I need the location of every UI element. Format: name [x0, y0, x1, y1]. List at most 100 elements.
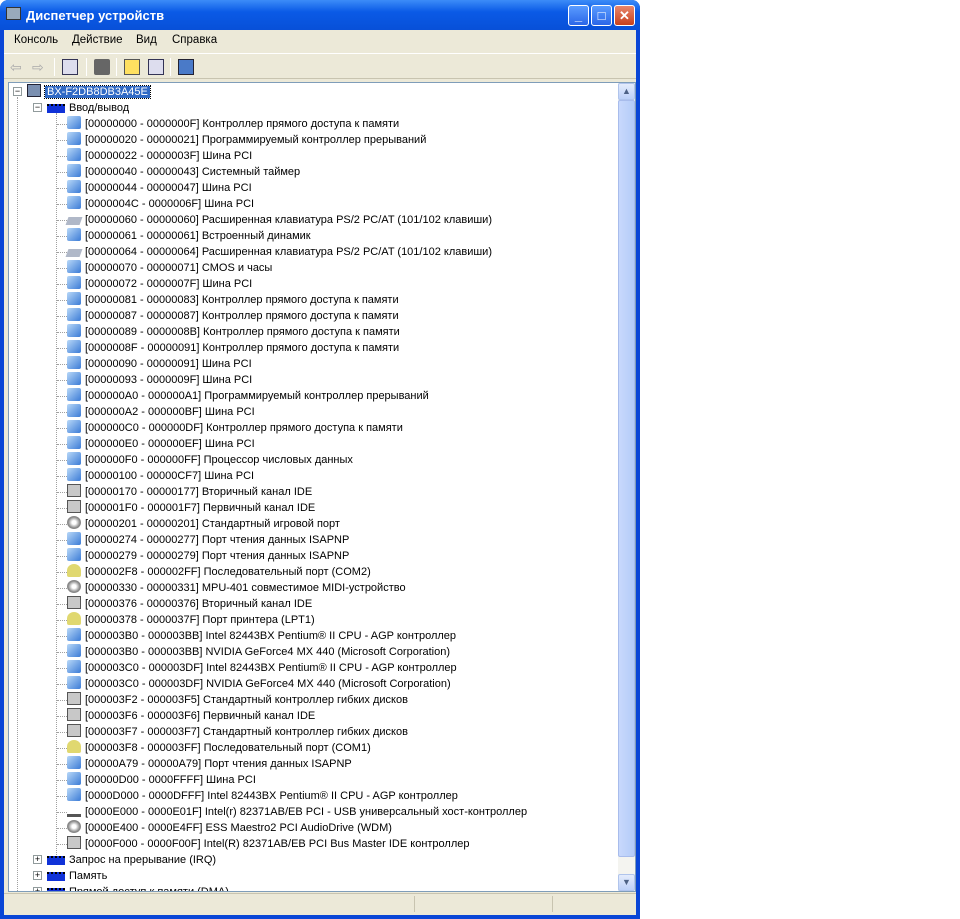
device-item[interactable]: [0000E400 - 0000E4FF] ESS Maestro2 PCI A… [67, 820, 392, 836]
device-item[interactable]: [000000A0 - 000000A1] Программируемый ко… [67, 388, 429, 404]
device-item[interactable]: [00000022 - 0000003F] Шина PCI [67, 148, 252, 164]
properties-pane-icon[interactable] [148, 59, 164, 75]
device-item[interactable]: [000003C0 - 000003DF] Intel 82443BX Pent… [67, 660, 457, 676]
tree-line [57, 300, 67, 301]
device-item[interactable]: [000003F2 - 000003F5] Стандартный контро… [67, 692, 408, 708]
device-tree[interactable]: − BX-F2DB8DB3A45E − Ввод/вывод [00000000… [8, 82, 636, 892]
status-pane [414, 896, 415, 912]
device-label: [00000081 - 00000083] Контроллер прямого… [85, 294, 399, 306]
device-item[interactable]: [000000A2 - 000000BF] Шина PCI [67, 404, 255, 420]
device-item[interactable]: [000002F8 - 000002FF] Последовательный п… [67, 564, 371, 580]
tree-group-io[interactable]: Ввод/вывод [47, 100, 129, 116]
device-item[interactable]: [000003B0 - 000003BB] NVIDIA GeForce4 MX… [67, 644, 450, 660]
vertical-scrollbar[interactable]: ▲ ▼ [618, 83, 635, 891]
scroll-up-button[interactable]: ▲ [618, 83, 635, 100]
device-item[interactable]: [000000E0 - 000000EF] Шина PCI [67, 436, 255, 452]
device-item[interactable]: [000003F6 - 000003F6] Первичный канал ID… [67, 708, 315, 724]
device-item[interactable]: [00000093 - 0000009F] Шина PCI [67, 372, 252, 388]
device-item[interactable]: [0000E000 - 0000E01F] Intel(r) 82371AB/E… [67, 804, 527, 820]
device-item[interactable]: [00000087 - 00000087] Контроллер прямого… [67, 308, 399, 324]
device-item[interactable]: [00000279 - 00000279] Порт чтения данных… [67, 548, 349, 564]
tree-root[interactable]: BX-F2DB8DB3A45E [27, 84, 151, 100]
device-item[interactable]: [00000201 - 00000201] Стандартный игрово… [67, 516, 340, 532]
scroll-down-button[interactable]: ▼ [618, 874, 635, 891]
device-item[interactable]: [00000040 - 00000043] Системный таймер [67, 164, 300, 180]
maximize-button[interactable]: □ [591, 5, 612, 26]
dev-device-icon [67, 356, 81, 369]
device-item[interactable]: [00000064 - 00000064] Расширенная клавиа… [65, 244, 492, 260]
device-item[interactable]: [00000A79 - 00000A79] Порт чтения данных… [67, 756, 352, 772]
device-item[interactable]: [00000060 - 00000060] Расширенная клавиа… [65, 212, 492, 228]
show-hide-tree-icon[interactable] [62, 59, 78, 75]
device-item[interactable]: [000000F0 - 000000FF] Процессор числовых… [67, 452, 353, 468]
device-item[interactable]: [00000378 - 0000037F] Порт принтера (LPT… [67, 612, 315, 628]
menu-console[interactable]: Консоль [14, 34, 58, 46]
ide-device-icon [67, 596, 81, 609]
menu-action[interactable]: Действие [72, 34, 123, 46]
back-icon[interactable]: ⇦ [10, 59, 26, 75]
tree-group[interactable]: Прямой доступ к памяти (DMA) [47, 884, 229, 891]
device-item[interactable]: [00000330 - 00000331] MPU-401 совместимо… [67, 580, 406, 596]
device-item[interactable]: [00000090 - 00000091] Шина PCI [67, 356, 252, 372]
print-icon[interactable] [94, 59, 110, 75]
device-item[interactable]: [00000274 - 00000277] Порт чтения данных… [67, 532, 349, 548]
device-label: [000003F7 - 000003F7] Стандартный контро… [85, 726, 408, 738]
collapse-toggle[interactable]: − [33, 103, 42, 112]
device-item[interactable]: [0000D000 - 0000DFFF] Intel 82443BX Pent… [67, 788, 458, 804]
device-item[interactable]: [0000004C - 0000006F] Шина PCI [67, 196, 254, 212]
device-item[interactable]: [00000170 - 00000177] Вторичный канал ID… [67, 484, 312, 500]
device-item[interactable]: [00000100 - 00000CF7] Шина PCI [67, 468, 254, 484]
device-item[interactable]: [00000020 - 00000021] Программируемый ко… [67, 132, 426, 148]
expand-toggle[interactable]: + [33, 871, 42, 880]
tree-line [57, 412, 67, 413]
device-item[interactable]: [00000D00 - 0000FFFF] Шина PCI [67, 772, 256, 788]
device-label: [000003B0 - 000003BB] Intel 82443BX Pent… [85, 630, 457, 642]
tree-line [57, 620, 67, 621]
dev-device-icon [67, 180, 81, 193]
tree-group[interactable]: Память [47, 868, 107, 884]
menu-view[interactable]: Вид [136, 34, 157, 46]
device-item[interactable]: [000001F0 - 000001F7] Первичный канал ID… [67, 500, 315, 516]
menu-help[interactable]: Справка [172, 34, 217, 46]
minimize-button[interactable]: _ [568, 5, 589, 26]
device-item[interactable]: [000003C0 - 000003DF] NVIDIA GeForce4 MX… [67, 676, 451, 692]
device-item[interactable]: [00000072 - 0000007F] Шина PCI [67, 276, 252, 292]
device-item[interactable]: [000003F7 - 000003F7] Стандартный контро… [67, 724, 408, 740]
device-item[interactable]: [000000C0 - 000000DF] Контроллер прямого… [67, 420, 403, 436]
device-item[interactable]: [00000000 - 0000000F] Контроллер прямого… [67, 116, 399, 132]
device-item[interactable]: [00000376 - 00000376] Вторичный канал ID… [67, 596, 312, 612]
device-item[interactable]: [00000044 - 00000047] Шина PCI [67, 180, 252, 196]
forward-icon[interactable]: ⇨ [32, 59, 48, 75]
expand-toggle[interactable]: + [33, 887, 42, 891]
device-item[interactable]: [0000F000 - 0000F00F] Intel(R) 82371AB/E… [67, 836, 470, 852]
close-button[interactable]: ✕ [614, 5, 635, 26]
device-item[interactable]: [00000070 - 00000071] CMOS и часы [67, 260, 272, 276]
menu-bar: Консоль Действие Вид Справка [4, 30, 636, 52]
toolbar-separator [116, 58, 117, 76]
device-item[interactable]: [00000089 - 0000008B] Контроллер прямого… [67, 324, 400, 340]
scroll-thumb[interactable] [618, 100, 635, 857]
device-item[interactable]: [000003F8 - 000003FF] Последовательный п… [67, 740, 371, 756]
device-label: [0000008F - 00000091] Контроллер прямого… [85, 342, 400, 354]
device-label: [0000D000 - 0000DFFF] Intel 82443BX Pent… [85, 790, 458, 802]
update-driver-icon[interactable] [178, 59, 194, 75]
dev-device-icon [67, 260, 81, 273]
tree-line [57, 204, 67, 205]
device-item[interactable]: [0000008F - 00000091] Контроллер прямого… [67, 340, 399, 356]
device-label: [00000000 - 0000000F] Контроллер прямого… [85, 118, 400, 130]
help-icon[interactable] [124, 59, 140, 75]
device-item[interactable]: [00000061 - 00000061] Встроенный динамик [67, 228, 311, 244]
dev-device-icon [67, 132, 81, 145]
client-area: Консоль Действие Вид Справка ⇦ ⇨ − BX-F2… [4, 30, 636, 915]
expand-toggle[interactable]: + [33, 855, 42, 864]
tree-group[interactable]: Запрос на прерывание (IRQ) [47, 852, 216, 868]
device-item[interactable]: [000003B0 - 000003BB] Intel 82443BX Pent… [67, 628, 456, 644]
tree-line [57, 268, 67, 269]
device-item[interactable]: [00000081 - 00000083] Контроллер прямого… [67, 292, 399, 308]
snd-device-icon [67, 580, 81, 593]
collapse-toggle[interactable]: − [13, 87, 22, 96]
tree-line [57, 156, 67, 157]
title-bar[interactable]: Диспетчер устройств _ □ ✕ [0, 0, 640, 30]
device-manager-window: Диспетчер устройств _ □ ✕ Консоль Действ… [0, 0, 640, 919]
chip-icon [47, 872, 65, 881]
